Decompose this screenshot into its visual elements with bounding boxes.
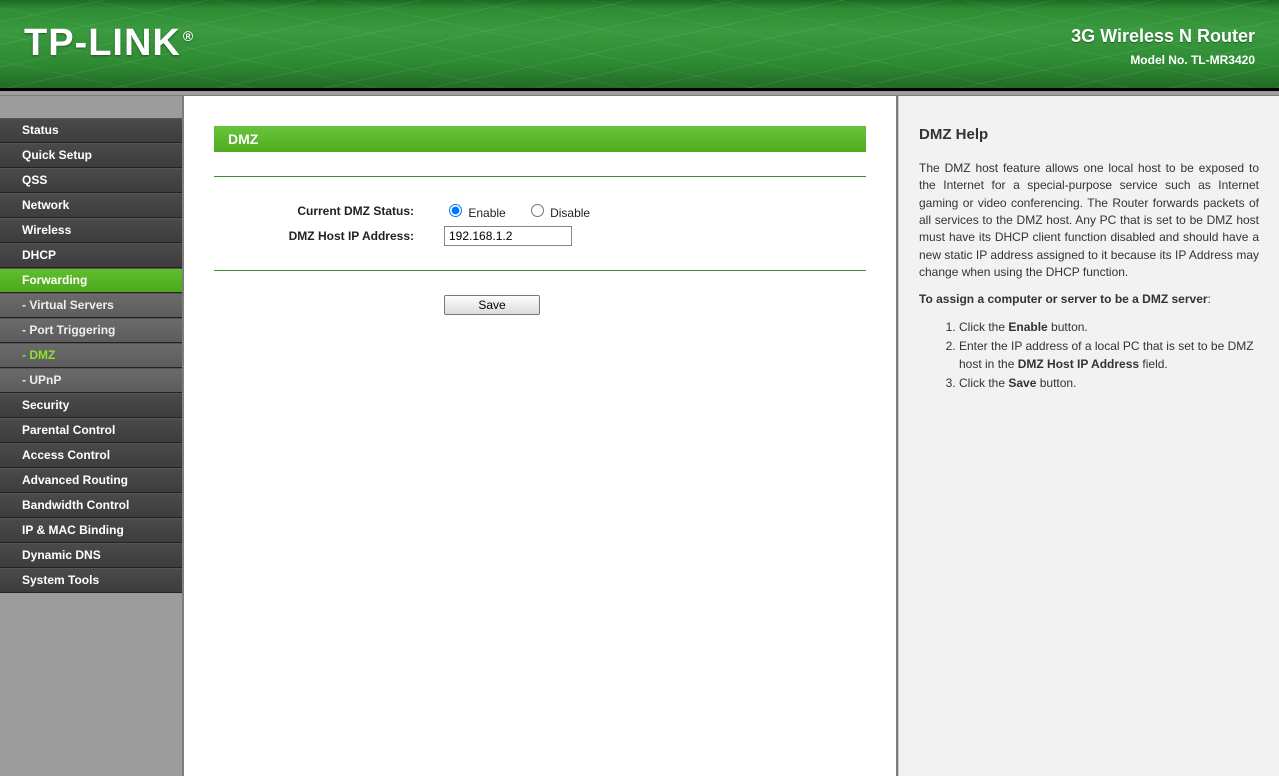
nav-qss[interactable]: QSS xyxy=(0,168,182,193)
nav-forwarding[interactable]: Forwarding xyxy=(0,268,182,293)
divider xyxy=(214,270,866,271)
content-area: DMZ Current DMZ Status: Enable Disable D… xyxy=(184,96,898,776)
logo: TP-LINK® xyxy=(24,22,192,65)
radio-enable-label: Enable xyxy=(468,206,505,220)
nav-status[interactable]: Status xyxy=(0,118,182,143)
radio-disable-label: Disable xyxy=(550,206,590,220)
radio-disable-wrap[interactable]: Disable xyxy=(526,201,590,220)
nav-advanced-routing[interactable]: Advanced Routing xyxy=(0,468,182,493)
help-step-3: Click the Save button. xyxy=(959,375,1259,392)
radio-disable[interactable] xyxy=(531,204,544,217)
nav-bandwidth-control[interactable]: Bandwidth Control xyxy=(0,493,182,518)
input-dmz-ip[interactable] xyxy=(444,226,572,246)
row-dmz-status: Current DMZ Status: Enable Disable xyxy=(214,201,866,220)
label-dmz-ip: DMZ Host IP Address: xyxy=(214,229,444,243)
nav-port-triggering[interactable]: Port Triggering xyxy=(0,318,182,343)
logo-text: TP-LINK xyxy=(24,22,181,64)
help-title: DMZ Help xyxy=(919,124,1259,146)
sidebar-nav: Status Quick Setup QSS Network Wireless … xyxy=(0,96,182,593)
help-assign-heading: To assign a computer or server to be a D… xyxy=(919,291,1259,308)
nav-quick-setup[interactable]: Quick Setup xyxy=(0,143,182,168)
radio-enable-wrap[interactable]: Enable xyxy=(444,201,506,220)
nav-dmz[interactable]: DMZ xyxy=(0,343,182,368)
header: TP-LINK® 3G Wireless N Router Model No. … xyxy=(0,0,1279,90)
help-panel: DMZ Help The DMZ host feature allows one… xyxy=(898,96,1279,776)
help-intro: The DMZ host feature allows one local ho… xyxy=(919,160,1259,282)
help-steps: Click the Enable button. Enter the IP ad… xyxy=(919,319,1259,393)
help-step-1: Click the Enable button. xyxy=(959,319,1259,336)
nav-dynamic-dns[interactable]: Dynamic DNS xyxy=(0,543,182,568)
save-button[interactable]: Save xyxy=(444,295,540,315)
sidebar: Status Quick Setup QSS Network Wireless … xyxy=(0,96,184,776)
product-name: 3G Wireless N Router xyxy=(1071,26,1255,47)
nav-access-control[interactable]: Access Control xyxy=(0,443,182,468)
nav-upnp[interactable]: UPnP xyxy=(0,368,182,393)
nav-ip-mac-binding[interactable]: IP & MAC Binding xyxy=(0,518,182,543)
row-dmz-ip: DMZ Host IP Address: xyxy=(214,226,866,246)
page-title: DMZ xyxy=(214,126,866,152)
nav-virtual-servers[interactable]: Virtual Servers xyxy=(0,293,182,318)
label-dmz-status: Current DMZ Status: xyxy=(214,204,444,218)
nav-security[interactable]: Security xyxy=(0,393,182,418)
nav-system-tools[interactable]: System Tools xyxy=(0,568,182,593)
radio-enable[interactable] xyxy=(449,204,462,217)
header-right: 3G Wireless N Router Model No. TL-MR3420 xyxy=(1071,26,1255,67)
model-number: Model No. TL-MR3420 xyxy=(1071,53,1255,67)
nav-dhcp[interactable]: DHCP xyxy=(0,243,182,268)
nav-network[interactable]: Network xyxy=(0,193,182,218)
nav-wireless[interactable]: Wireless xyxy=(0,218,182,243)
help-step-2: Enter the IP address of a local PC that … xyxy=(959,338,1259,373)
logo-registered: ® xyxy=(183,28,194,44)
divider xyxy=(214,176,866,177)
nav-parental-control[interactable]: Parental Control xyxy=(0,418,182,443)
